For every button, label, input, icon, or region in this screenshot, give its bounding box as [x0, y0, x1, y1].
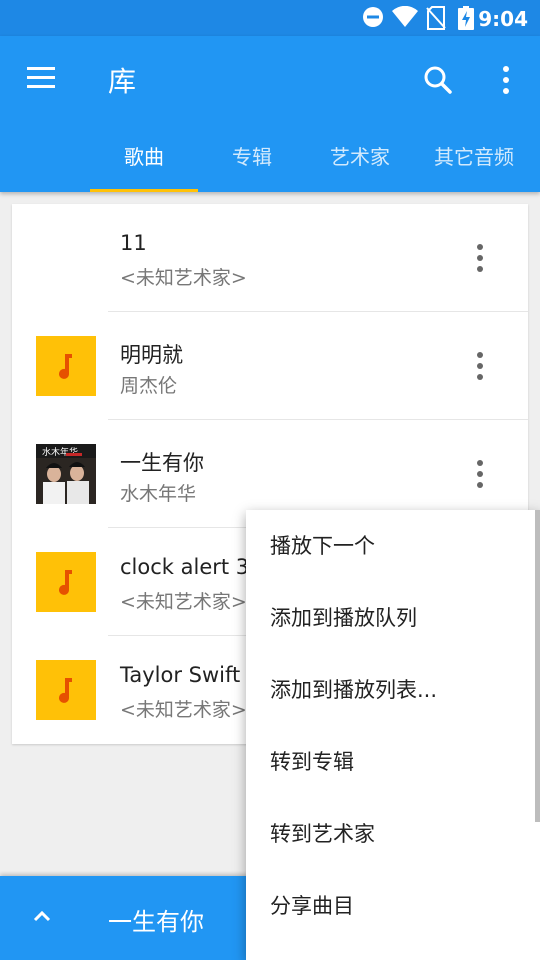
menu-item-go-to-artist[interactable]: 转到艺术家 — [246, 798, 532, 870]
svg-text:水木年华: 水木年华 — [42, 446, 78, 458]
status-bar: 9:04 — [0, 0, 540, 36]
song-title: 明明就 — [120, 343, 183, 367]
song-title: 一生有你 — [120, 451, 204, 475]
song-artist: <未知艺术家> — [120, 591, 247, 613]
album-cover: 水木年华 — [36, 444, 96, 504]
no-sim-icon — [426, 6, 446, 30]
tab-artists[interactable]: 艺术家 — [306, 132, 414, 192]
song-artist: 周杰伦 — [120, 375, 178, 397]
menu-item-play-next[interactable]: 播放下一个 — [246, 510, 532, 582]
song-row[interactable]: 11 <未知艺术家> — [12, 204, 528, 312]
do-not-disturb-icon — [363, 7, 383, 27]
song-artist: 水木年华 — [120, 483, 197, 505]
menu-scrollbar[interactable] — [535, 510, 540, 822]
song-artist: <未知艺术家> — [120, 267, 247, 289]
wifi-icon — [392, 6, 418, 27]
battery-charging-icon — [458, 6, 474, 30]
song-row[interactable]: 明明就 周杰伦 — [12, 312, 528, 420]
menu-item-share-track[interactable]: 分享曲目 — [246, 870, 532, 942]
tab-songs[interactable]: 歌曲 — [90, 132, 198, 192]
music-note-icon — [36, 336, 96, 396]
song-title: 11 — [120, 231, 147, 255]
menu-item-add-to-playlist[interactable]: 添加到播放列表... — [246, 654, 532, 726]
song-artist: <未知艺术家> — [120, 699, 247, 721]
more-vert-icon[interactable] — [490, 62, 522, 98]
page-title: 库 — [108, 65, 137, 98]
more-vert-icon[interactable] — [464, 454, 496, 494]
search-icon[interactable] — [418, 60, 458, 100]
chevron-up-icon[interactable] — [30, 904, 54, 928]
song-title: clock alert 3 — [120, 555, 250, 579]
menu-item-go-to-album[interactable]: 转到专辑 — [246, 726, 532, 798]
menu-icon[interactable] — [18, 58, 66, 98]
app-bar: 库 歌曲 专辑 艺术家 其它音频 — [0, 36, 540, 192]
music-note-icon — [36, 660, 96, 720]
tab-albums[interactable]: 专辑 — [198, 132, 306, 192]
context-menu: 播放下一个 添加到播放队列 添加到播放列表... 转到专辑 转到艺术家 分享曲目 — [246, 510, 540, 960]
menu-item-add-to-queue[interactable]: 添加到播放队列 — [246, 582, 532, 654]
tab-other-audio[interactable]: 其它音频 — [414, 132, 534, 192]
now-playing-title: 一生有你 — [108, 908, 204, 936]
tab-indicator — [90, 189, 198, 192]
music-note-icon — [36, 552, 96, 612]
more-vert-icon[interactable] — [464, 238, 496, 278]
status-time: 9:04 — [478, 7, 528, 31]
song-title: Taylor Swift — [120, 663, 241, 687]
more-vert-icon[interactable] — [464, 346, 496, 386]
